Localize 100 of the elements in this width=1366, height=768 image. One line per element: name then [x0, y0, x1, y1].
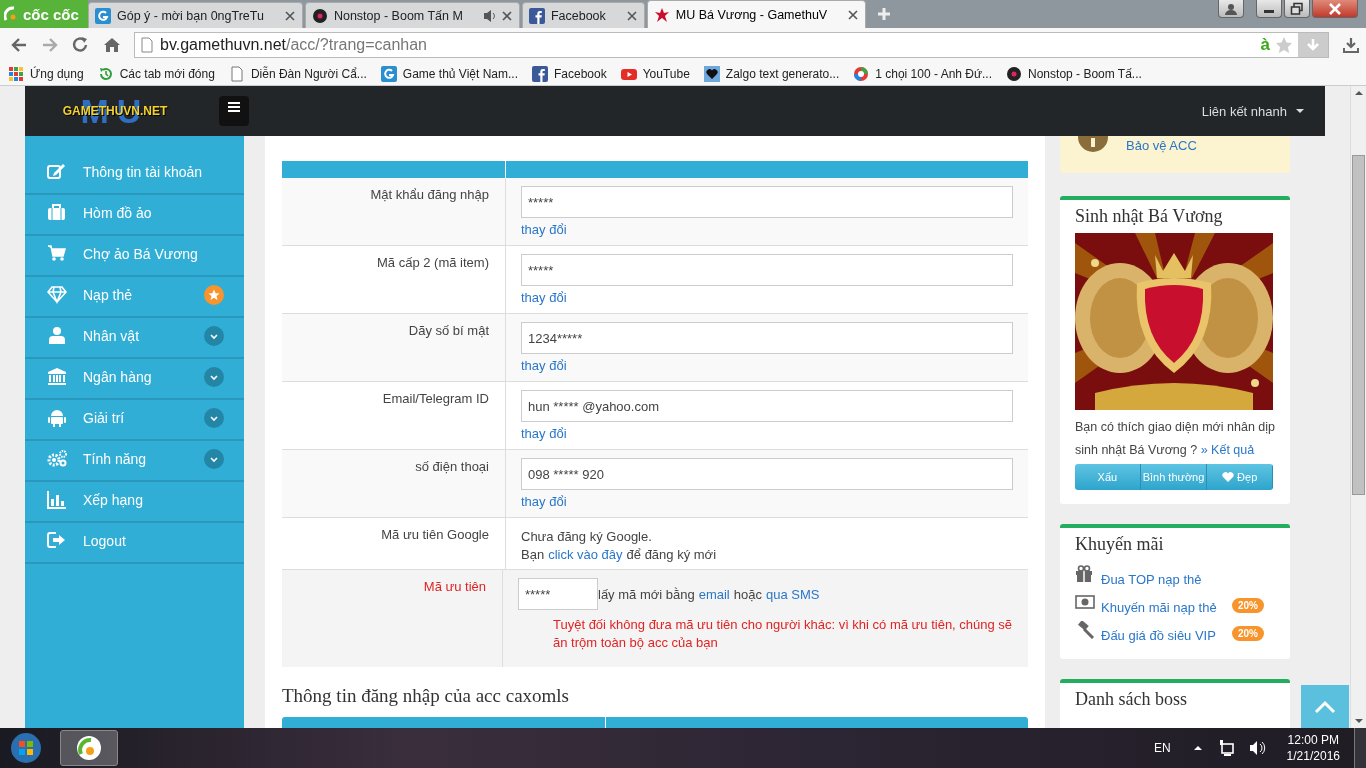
banknote-icon	[1075, 593, 1095, 611]
tray-arrow-icon[interactable]	[1192, 743, 1203, 753]
minimize-icon	[1264, 10, 1274, 13]
home-icon[interactable]	[103, 36, 121, 54]
gavel-icon	[1075, 621, 1095, 639]
results-link[interactable]: » Kết quả	[1200, 443, 1255, 457]
close-icon[interactable]	[283, 9, 296, 22]
color-wheel-icon	[853, 65, 870, 82]
close-button[interactable]	[1312, 0, 1358, 18]
chevron-up-icon	[1314, 699, 1336, 714]
browser-tab[interactable]: Facebook	[521, 2, 645, 28]
sidebar-item[interactable]: Nạp thẻ	[25, 277, 244, 318]
bookmark[interactable]: Game thủ Việt Nam...	[380, 65, 518, 82]
taskbar-app-button[interactable]	[60, 730, 118, 766]
sidebar-item[interactable]: Ngân hàng	[25, 359, 244, 400]
input-field[interactable]: *****	[521, 186, 1013, 218]
link[interactable]: Khuyến mãi nạp thẻ	[1101, 600, 1226, 615]
input-field[interactable]: 098 ***** 920	[521, 458, 1013, 490]
expand-icon[interactable]	[204, 407, 224, 428]
field-label: Mật khẩu đăng nhập	[370, 187, 489, 202]
text: lấy mã mới bằng	[598, 586, 695, 602]
close-icon[interactable]	[500, 9, 513, 22]
warning-text: Tuyệt đối không đưa mã ưu tiên cho người khác: vì khi có mã ưu tiên, chúng sẽ ăn trộm toàn bộ acc của bạn	[553, 616, 1013, 652]
g-logo-icon	[380, 65, 397, 82]
percent-badge: 20%	[1232, 598, 1264, 613]
expand-icon[interactable]	[204, 448, 224, 469]
input-field[interactable]: hun ***** @yahoo.com	[521, 390, 1013, 422]
browser-logo-icon	[75, 734, 103, 762]
code-field[interactable]: *****	[518, 578, 598, 610]
minimize-button[interactable]	[1256, 0, 1282, 18]
page-icon	[139, 37, 155, 53]
input-field[interactable]: *****	[521, 254, 1013, 286]
bookmark[interactable]: Zalgo text generato...	[703, 65, 840, 82]
bookmark[interactable]: Diễn Đàn Người Cẩ...	[228, 65, 367, 82]
field-label: Dãy số bí mật	[408, 323, 489, 338]
profile-button[interactable]	[1218, 0, 1244, 18]
new-tab-icon[interactable]	[876, 6, 893, 22]
link[interactable]: qua SMS	[765, 586, 820, 602]
download-icon[interactable]	[1342, 36, 1360, 54]
sidebar-item[interactable]: Thông tin tài khoản	[25, 154, 244, 195]
link[interactable]: thay đổi	[521, 222, 567, 237]
gears-icon	[47, 449, 67, 468]
link[interactable]: thay đổi	[521, 426, 567, 441]
card-title: Danh sách boss	[1075, 689, 1188, 710]
link[interactable]: email	[698, 586, 730, 602]
language-indicator[interactable]: EN	[1153, 741, 1171, 755]
scrollbar-thumb[interactable]	[1352, 155, 1365, 495]
addon-button[interactable]: à	[1260, 35, 1270, 55]
browser-tab[interactable]: Nonstop - Boom Tấn M	[304, 2, 520, 28]
bank-icon	[47, 367, 67, 386]
link[interactable]: thay đổi	[521, 494, 567, 509]
heart-icon	[703, 65, 720, 82]
expand-icon[interactable]	[204, 325, 224, 346]
bookmark[interactable]: Nonstop - Boom Tấ...	[1006, 65, 1142, 82]
link[interactable]: click vào đây	[548, 546, 623, 564]
bookmark[interactable]: Các tab mới đóng	[97, 65, 215, 82]
restore-button[interactable]	[1284, 0, 1310, 18]
browser-tab[interactable]: MU Bá Vương - GamethuV	[646, 0, 867, 28]
sidebar-item[interactable]: Giải trí	[25, 400, 244, 441]
sidebar-item[interactable]: Logout	[25, 523, 244, 564]
bookmark[interactable]: Ứng dụng	[8, 65, 84, 82]
clock-button[interactable]: 12:00 PM 1/21/2016	[1286, 732, 1340, 764]
quick-links-menu[interactable]: Liên kết nhanh	[1201, 103, 1305, 119]
browser-menu-button[interactable]: cốc cốc	[0, 0, 88, 28]
volume-icon[interactable]	[1248, 739, 1267, 757]
disc-icon	[1006, 65, 1023, 82]
close-icon[interactable]	[847, 8, 860, 21]
reload-icon[interactable]	[72, 36, 90, 54]
address-bar[interactable]: bv.gamethuvn.net/acc/?trang=canhan à	[134, 32, 1329, 58]
url-text: bv.gamethuvn.net/acc/?trang=canhan	[160, 36, 427, 54]
close-icon[interactable]	[625, 9, 638, 22]
sidebar-item[interactable]: Tính năng	[25, 441, 244, 482]
scrollbar[interactable]	[1350, 86, 1366, 728]
heart-icon	[1222, 471, 1235, 483]
star-icon[interactable]	[1275, 36, 1293, 54]
show-desktop-button[interactable]	[1354, 728, 1366, 768]
expand-icon[interactable]	[204, 366, 224, 387]
back-icon[interactable]	[10, 36, 28, 54]
restore-icon	[1290, 1, 1304, 16]
link[interactable]: thay đổi	[521, 358, 567, 373]
bookmark[interactable]: Facebook	[532, 65, 607, 82]
input-field[interactable]: 1234*****	[521, 322, 1013, 354]
link[interactable]: thay đổi	[521, 290, 567, 305]
status-text: Chưa đăng ký Google.	[521, 528, 653, 546]
bookmark[interactable]: 1 chọi 100 - Anh Đứ...	[853, 65, 993, 82]
sidebar-item[interactable]: Chợ ảo Bá Vương	[25, 236, 244, 277]
text: hoặc	[733, 586, 762, 602]
diamond-icon	[47, 285, 67, 304]
field-label: Email/Telegram ID	[382, 391, 489, 406]
sidebar-item[interactable]: Hòm đồ ảo	[25, 195, 244, 236]
android-icon	[47, 408, 67, 427]
sidebar-item[interactable]: Xếp hạng	[25, 482, 244, 523]
link[interactable]: Đua TOP nạp thẻ	[1101, 572, 1226, 587]
link[interactable]: Bảo vệ ACC	[1126, 138, 1197, 153]
bookmark[interactable]: YouTube	[620, 65, 690, 82]
link[interactable]: Đấu giá đồ siêu VIP	[1101, 628, 1226, 643]
sidebar-item[interactable]: Nhân vật	[25, 318, 244, 359]
menu-button[interactable]	[219, 96, 249, 126]
logout-icon	[47, 531, 67, 550]
browser-tab[interactable]: Góp ý - mời bạn 0ngTreTu	[88, 2, 303, 28]
